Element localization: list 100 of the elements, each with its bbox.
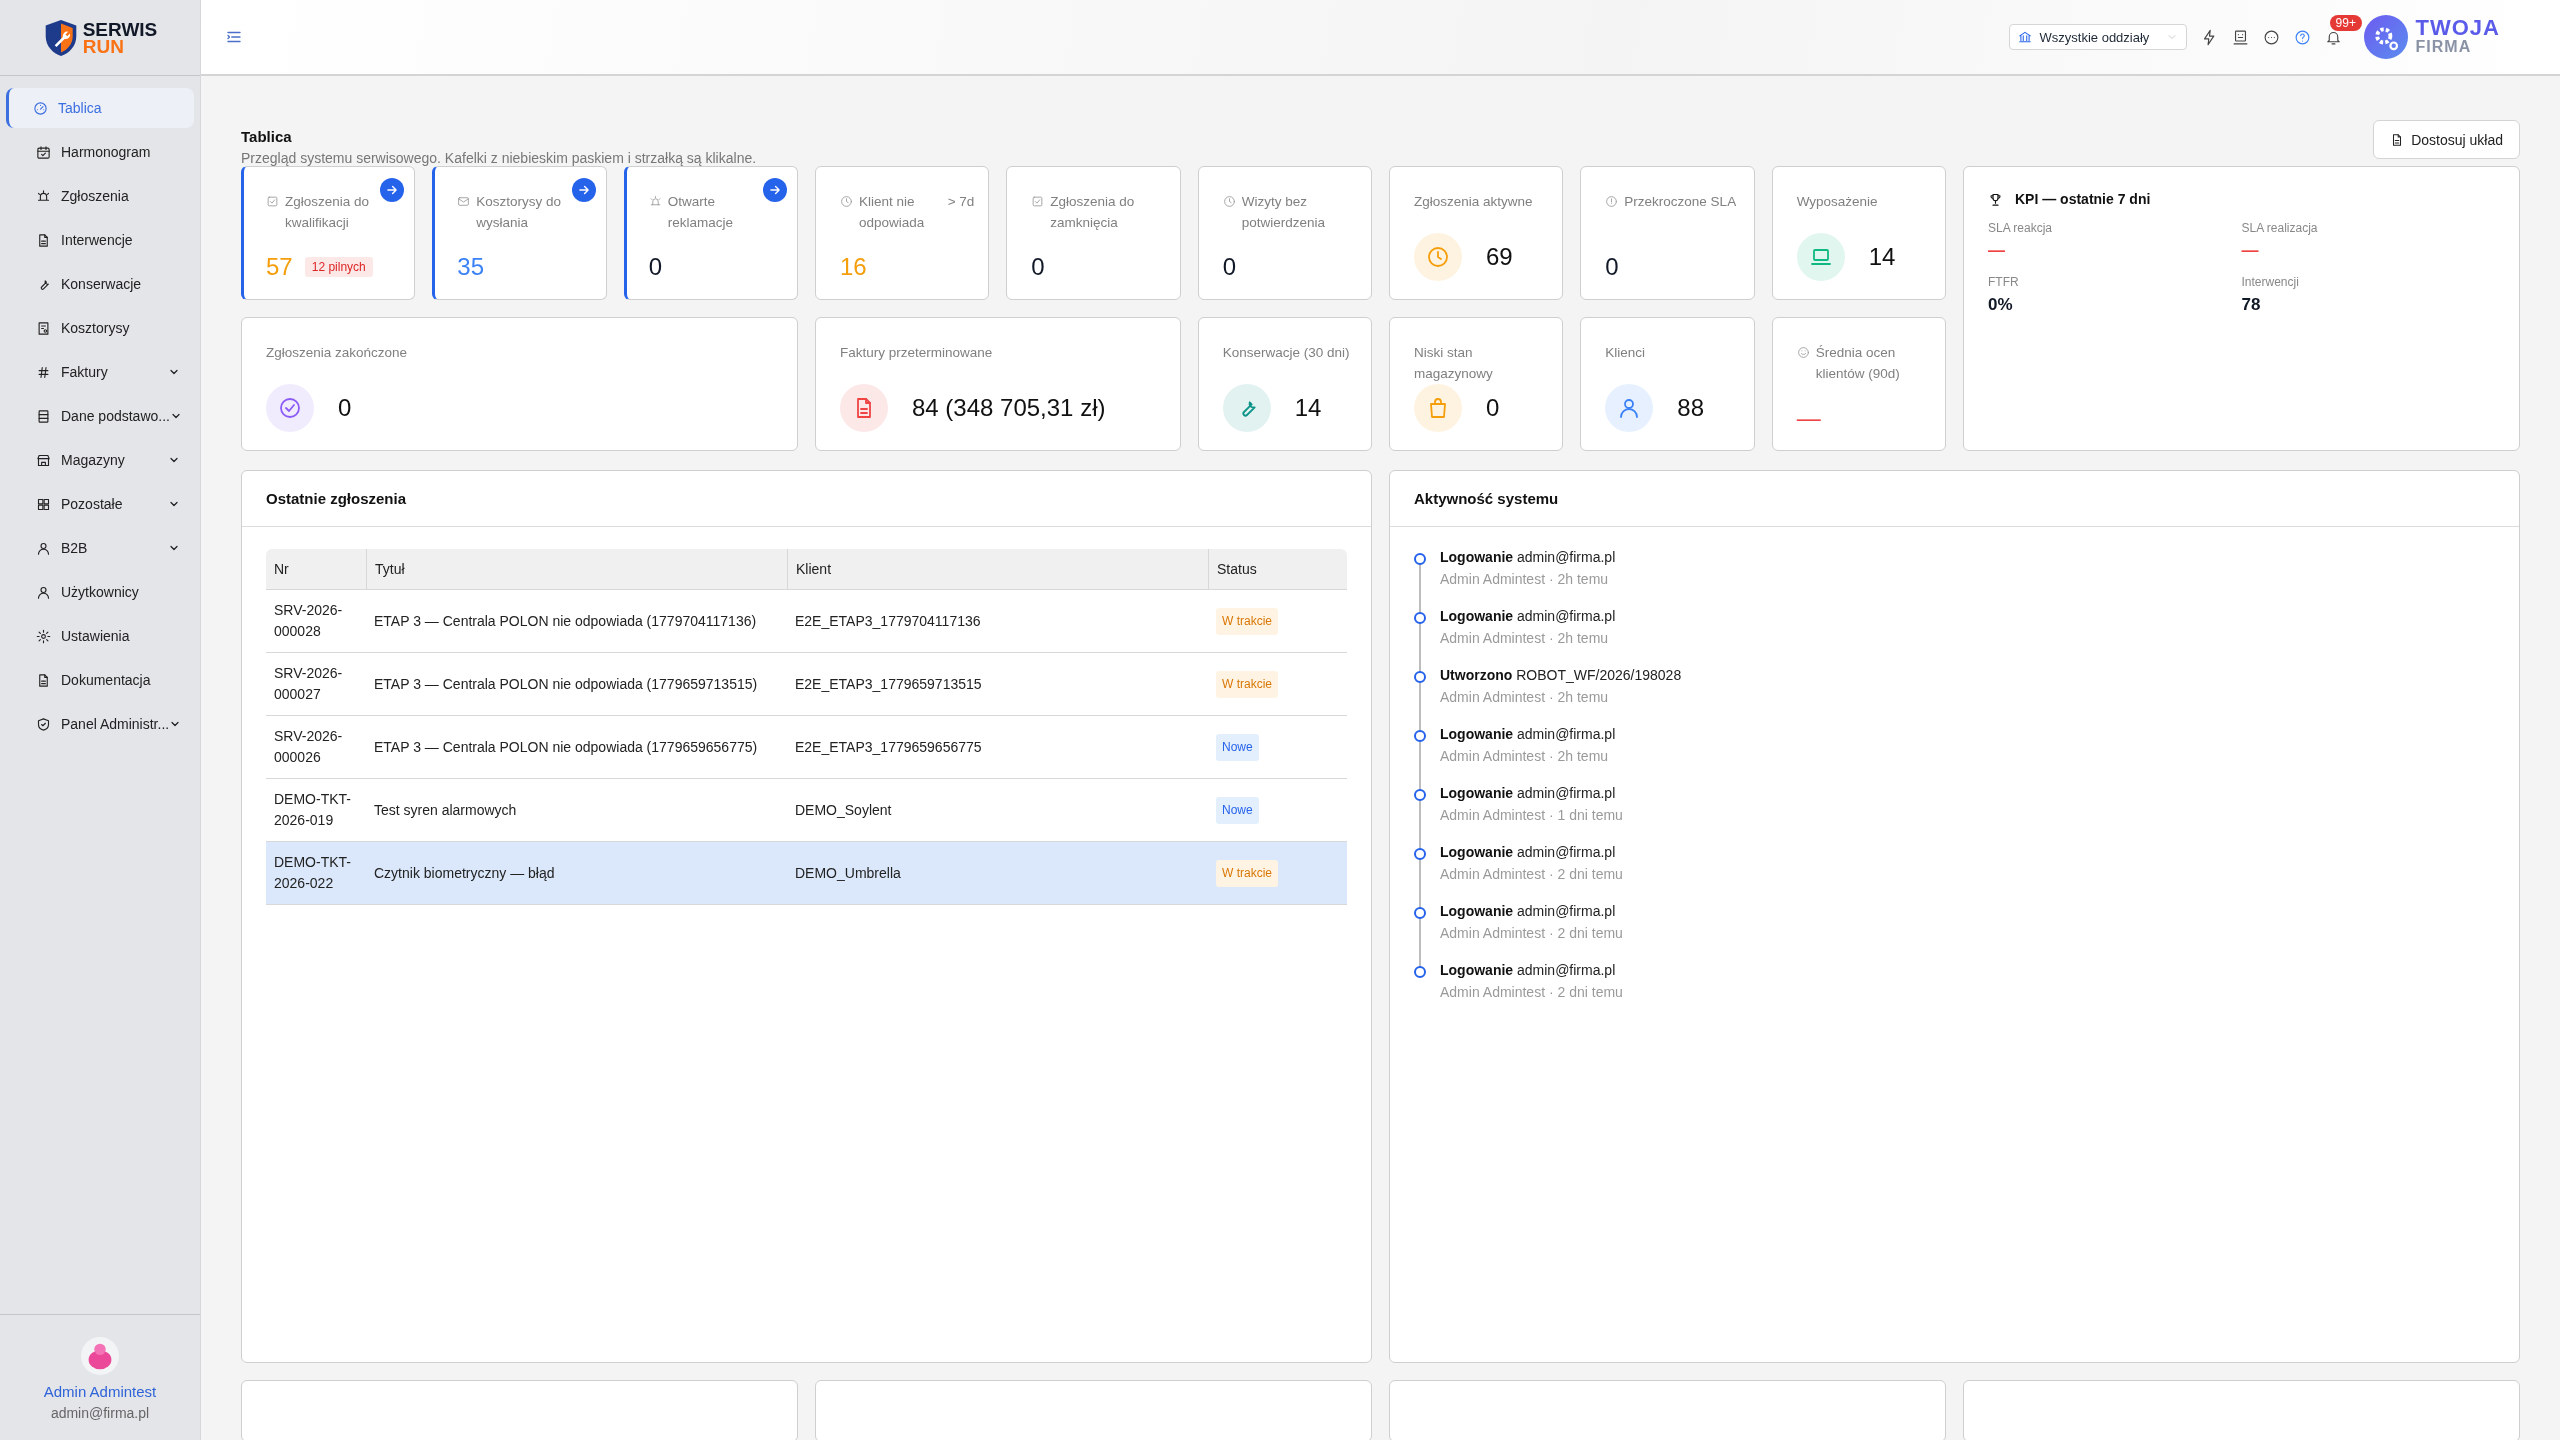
table-row[interactable]: SRV-2026-000026 ETAP 3 — Centrala POLON nie odpowiada (1779659656775) E2E_ETAP3_1779659656775 Nowe [266, 716, 1347, 779]
sidebar-item[interactable]: Panel Administr... [6, 704, 194, 744]
stat-label: Zgłoszenia aktywne [1414, 193, 1533, 211]
kpi-label: FTFR [1988, 275, 2020, 289]
table-cell-text: DEMO_Soylent [794, 800, 893, 820]
stat-value: 0 [648, 253, 662, 281]
sidebar-item[interactable]: Tablica [6, 88, 194, 128]
document-icon [36, 232, 51, 248]
settings-icon [36, 628, 51, 644]
clock-icon [840, 195, 853, 208]
stat-label: Zgłoszenia do zamknięcia [1050, 193, 1136, 232]
timeline-dot [1414, 612, 1426, 624]
sidebar-item[interactable]: Użytkownicy [6, 572, 194, 612]
sidebar-item[interactable]: Harmonogram [6, 132, 194, 172]
help-icon[interactable] [2293, 28, 2311, 46]
checkbox-icon [1031, 195, 1045, 208]
kpi-label: Interwencji [2241, 275, 2300, 289]
kpi-value: — [2241, 241, 2260, 261]
sidebar-item[interactable]: Interwencje [6, 220, 194, 260]
activity-meta: Admin Admintest · 2h temu [1440, 571, 1610, 587]
table-cell-text: E2E_ETAP3_1779659713515 [794, 674, 983, 694]
company-name: TWOJA [2415, 18, 2500, 37]
user-icon [36, 540, 51, 556]
sidebar-item[interactable]: Zgłoszenia [6, 176, 194, 216]
table-cell-text: E2E_ETAP3_1779659656775 [794, 737, 983, 757]
sidebar-item[interactable]: Konserwacje [6, 264, 194, 304]
table-cell-text: ETAP 3 — Centrala POLON nie odpowiada (1779659656775) [373, 737, 759, 757]
alert-icon [1605, 195, 1619, 208]
stat-value: 0 [338, 394, 352, 422]
document-icon [36, 672, 51, 688]
stat-label: Niski stan magazynowy [1414, 344, 1494, 383]
sidebar-item[interactable]: Ustawienia [6, 616, 194, 656]
sidebar-item[interactable]: Kosztorysy [6, 308, 194, 348]
arrow-right-icon [768, 183, 782, 197]
stat-value: 16 [840, 253, 867, 281]
timeline-dot [1414, 848, 1426, 860]
column-header: Tytuł [366, 549, 787, 589]
stat-suffix: > 7d [947, 193, 975, 211]
table-cell-text: SRV-2026-000028 [273, 601, 344, 641]
arrow-button[interactable] [763, 178, 787, 202]
activity-meta: Admin Admintest · 2 dni temu [1440, 925, 1623, 941]
chat-icon[interactable] [2262, 28, 2280, 46]
table-row[interactable]: DEMO-TKT-2026-022 Czytnik biometryczny — błąd DEMO_Umbrella W trakcie [266, 842, 1347, 905]
table-cell-text: DEMO_Umbrella [794, 863, 902, 883]
store-icon [36, 452, 51, 468]
stat-value: 0 [1605, 253, 1619, 281]
user-email: admin@firma.pl [50, 1405, 150, 1421]
customize-layout-button[interactable]: Dostosuj układ [2373, 120, 2520, 159]
column-header: Nr [273, 560, 290, 579]
activity-meta: Admin Admintest · 2 dni temu [1440, 984, 1623, 1000]
stat-value: 84 (348 705,31 zł) [912, 394, 1106, 422]
arrow-button[interactable] [571, 178, 596, 202]
status-badge: Nowe [1216, 796, 1259, 824]
stat-value: 14 [1868, 243, 1896, 271]
activity-text: Logowanie admin@firma.pl [1440, 903, 1617, 919]
activity-text: Logowanie admin@firma.pl [1440, 785, 1617, 801]
sidebar-item[interactable]: Pozostałe [6, 484, 194, 524]
stat-card[interactable]: Otwarte reklamacje 0 [623, 166, 798, 300]
calendar-icon [36, 144, 51, 160]
stat-label: Wizyty bez potwierdzenia [1241, 193, 1326, 232]
activity-text: Logowanie admin@firma.pl [1440, 962, 1617, 978]
branch-select[interactable]: Wszystkie oddziały [2008, 24, 2187, 50]
stat-value: 14 [1294, 394, 1322, 422]
stat-value: 88 [1677, 394, 1705, 422]
siren-icon [36, 188, 51, 204]
arrow-button[interactable] [380, 178, 405, 202]
sidebar-item[interactable]: Dane podstawo... [6, 396, 194, 436]
user-icon [36, 584, 51, 600]
stat-label: Kosztorysy do wysłania [476, 193, 563, 232]
stat-label: Konserwacje (30 dni) [1222, 344, 1350, 362]
stat-value: 0 [1222, 253, 1236, 281]
table-cell-text: SRV-2026-000027 [273, 664, 344, 704]
timeline-dot [1414, 730, 1426, 742]
kpi-label: SLA realizacja [2241, 221, 2319, 235]
stat-card[interactable]: Zgłoszenia do kwalifikacji 57 12 pilnych [241, 166, 416, 300]
table-cell-text: DEMO-TKT-2026-019 [273, 790, 352, 830]
timeline-dot [1414, 789, 1426, 801]
monitor-icon[interactable] [2231, 28, 2249, 46]
sidebar-item[interactable]: Dokumentacja [6, 660, 194, 700]
stat-label: Klienci [1605, 344, 1646, 362]
sidebar-item[interactable]: Magazyny [6, 440, 194, 480]
sidebar-item[interactable]: Faktury [6, 352, 194, 392]
activity-meta: Admin Admintest · 2h temu [1440, 630, 1610, 646]
table-row[interactable]: SRV-2026-000028 ETAP 3 — Centrala POLON nie odpowiada (1779704117136) E2E_ETAP3_1779704117136 W trakcie [266, 590, 1347, 653]
stat-value: — [1796, 404, 1821, 432]
stat-label: Przekroczone SLA [1624, 193, 1737, 211]
kpi-value: 0% [1988, 295, 2014, 315]
receipt-icon [36, 320, 51, 336]
page-title: Tablica [241, 128, 293, 145]
activity-text: Logowanie admin@firma.pl [1440, 726, 1616, 742]
hash-icon [36, 364, 51, 380]
status-badge: Nowe [1216, 733, 1259, 761]
sidebar-item[interactable]: B2B [6, 528, 194, 568]
stat-label: Średnia ocen klientów (90d) [1815, 344, 1901, 383]
shield-icon [36, 716, 51, 732]
stat-card[interactable]: Kosztorysy do wysłania 35 [432, 166, 607, 300]
bank-icon [2017, 30, 2032, 44]
panel-title: Ostatnie zgłoszenia [266, 490, 407, 507]
stat-value: 35 [457, 253, 485, 281]
table-row[interactable]: SRV-2026-000027 ETAP 3 — Centrala POLON nie odpowiada (1779659713515) E2E_ETAP3_1779659713515 W trakcie [266, 653, 1347, 716]
